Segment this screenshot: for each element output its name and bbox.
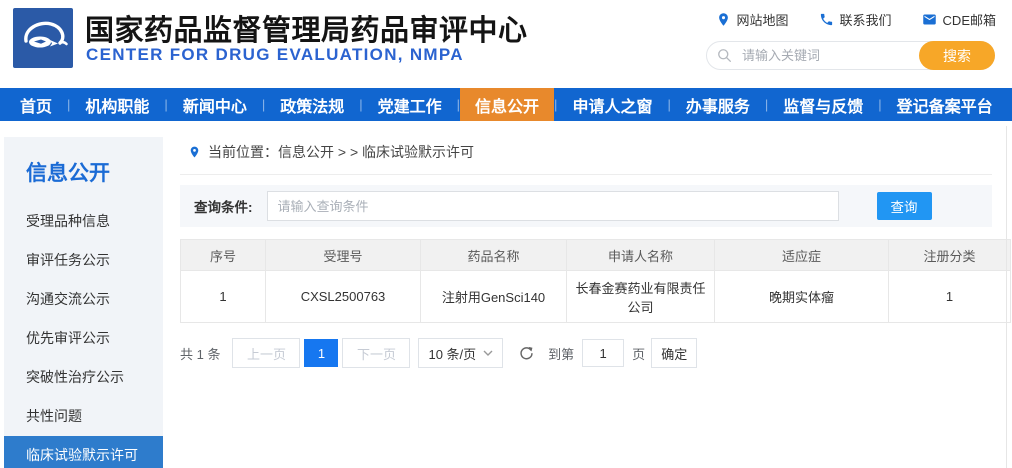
nav-item-1[interactable]: 首页 [5, 88, 67, 121]
sitemap-label: 网站地图 [736, 13, 789, 28]
breadcrumb-label: 当前位置：信息公开 > > 临床试验默示许可 [208, 144, 475, 160]
table-cell: 1 [888, 270, 1011, 323]
chevron-down-icon [483, 350, 493, 356]
envelope-icon [922, 14, 936, 25]
goto-confirm-button[interactable]: 确定 [651, 338, 698, 368]
sidebar-item[interactable]: 优先审评公示 [4, 319, 163, 358]
location-pin-icon [190, 146, 199, 158]
sidebar-item[interactable]: 临床试验默示许可 [4, 436, 163, 468]
current-page-button[interactable]: 1 [304, 339, 339, 367]
query-label: 查询条件: [194, 200, 253, 215]
site-search-button[interactable]: 搜索 [919, 41, 995, 70]
sidebar: 信息公开 受理品种信息 审评任务公示 沟通交流公示 优先审评公示 突破性治疗公示 共性问题… [4, 137, 163, 468]
query-bar: 查询条件: 查询 [180, 185, 992, 227]
page-unit-label: 页 [632, 346, 646, 362]
search-icon [718, 49, 731, 62]
table-cell: 长春金赛药业有限责任公司 [566, 270, 715, 323]
sidebar-title: 信息公开 [26, 162, 110, 185]
breadcrumb: 当前位置：信息公开 > > 临床试验默示许可 [180, 140, 992, 175]
table-body: 1 CXSL2500763 注射用GenSci140 长春金赛药业有限责任公司 晚期实体… [180, 270, 1011, 323]
mailbox-link[interactable]: CDE邮箱 [922, 10, 996, 29]
content: 当前位置：信息公开 > > 临床试验默示许可 查询条件: 查询 序号受理号药品名… [180, 140, 1011, 368]
phone-icon [820, 13, 832, 26]
table-cell: CXSL2500763 [265, 270, 421, 323]
nav-item-9[interactable]: 监督与反馈 [768, 88, 878, 121]
quick-links: 网站地图 联系我们 CDE邮箱 [716, 10, 996, 29]
page-size-value: 10 条/页 [428, 346, 477, 362]
site-search: 搜索 [706, 41, 995, 70]
table-column-header: 注册分类 [888, 239, 1011, 271]
pagination-total: 共 1 条 [180, 346, 221, 362]
nav-item-5[interactable]: 党建工作 [363, 88, 457, 121]
refresh-icon[interactable] [518, 345, 535, 362]
nav-item-7[interactable]: 申请人之窗 [557, 88, 667, 121]
nav-item-3[interactable]: 新闻中心 [168, 88, 262, 121]
goto-page-input[interactable] [582, 339, 625, 367]
table-cell: 晚期实体瘤 [714, 270, 889, 323]
contact-label: 联系我们 [839, 13, 892, 28]
nav-item-4[interactable]: 政策法规 [265, 88, 359, 121]
nav-item-2[interactable]: 机构职能 [70, 88, 164, 121]
cde-logo [13, 8, 73, 68]
query-input[interactable] [266, 191, 839, 221]
site-subtitle: CENTER FOR DRUG EVALUATION, NMPA [86, 45, 464, 64]
sidebar-item[interactable]: 沟通交流公示 [4, 280, 163, 319]
scrollbar-track[interactable] [1006, 126, 1007, 468]
table-row[interactable]: 1 CXSL2500763 注射用GenSci140 长春金赛药业有限责任公司 晚期实体… [180, 270, 1011, 323]
goto-page-label: 到第 [548, 346, 575, 362]
location-pin-icon [718, 13, 728, 26]
mailbox-label: CDE邮箱 [942, 13, 996, 28]
pagination: 共 1 条 上一页 1 下一页 10 条/页 到第 页 确定 [180, 338, 992, 368]
nav-item-8[interactable]: 办事服务 [671, 88, 765, 121]
nav-item-6[interactable]: 信息公开 [460, 88, 555, 121]
table-header-row: 序号 受理号 药品名称 申请人名称 适应症 注册分类 [180, 239, 1011, 271]
page: 国家药品监督管理局药品审评中心 CENTER FOR DRUG EVALUATI… [0, 0, 1012, 468]
table-column-header: 序号 [180, 239, 266, 271]
table-column-header: 申请人名称 [566, 239, 715, 271]
contact-link[interactable]: 联系我们 [819, 10, 892, 29]
sidebar-item[interactable]: 突破性治疗公示 [4, 358, 163, 397]
sidebar-items: 受理品种信息 审评任务公示 沟通交流公示 优先审评公示 突破性治疗公示 共性问题 临床试验默… [4, 202, 163, 468]
table-cell: 1 [180, 270, 266, 323]
table-column-header: 受理号 [265, 239, 421, 271]
query-button[interactable]: 查询 [876, 192, 932, 220]
nav-item-10[interactable]: 登记备案平台 [882, 88, 1008, 121]
main-nav: 首页 | 机构职能 | 新闻中心 | 政策法规 | 党建工作 | 信息公开 | 申请人之窗 | 办事服务 | 监… [0, 88, 1012, 121]
table-cell: 注射用GenSci140 [420, 270, 567, 323]
sidebar-item[interactable]: 审评任务公示 [4, 241, 163, 280]
page-size-select[interactable]: 10 条/页 [418, 338, 504, 368]
sidebar-item[interactable]: 共性问题 [4, 397, 163, 436]
site-search-input[interactable] [740, 47, 920, 64]
sitemap-link[interactable]: 网站地图 [716, 10, 789, 29]
table-column-header: 药品名称 [420, 239, 567, 271]
prev-page-button[interactable]: 上一页 [232, 338, 301, 368]
results-table: 序号 受理号 药品名称 申请人名称 适应症 注册分类 1 CXSL2500763 注射用Gen… [180, 239, 1011, 323]
next-page-button[interactable]: 下一页 [342, 338, 411, 368]
site-title: 国家药品监督管理局药品审评中心 [85, 15, 528, 47]
sidebar-item[interactable]: 受理品种信息 [4, 202, 163, 241]
table-column-header: 适应症 [714, 239, 889, 271]
